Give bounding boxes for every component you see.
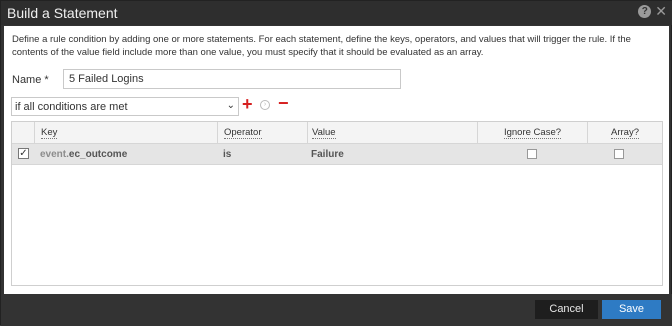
table-row[interactable]: ✓ event.ec_outcome is Failure <box>12 144 662 165</box>
condition-select-value: if all conditions are met <box>15 101 128 113</box>
help-icon[interactable]: ? <box>638 4 652 18</box>
row-select-checkbox[interactable]: ✓ <box>18 148 29 159</box>
dialog-footer: Cancel Save <box>1 294 672 326</box>
save-button[interactable]: Save <box>602 300 661 319</box>
build-statement-dialog: Build a Statement ? ✕ Define a rule cond… <box>0 0 672 326</box>
dialog-body: Define a rule condition by adding one or… <box>4 26 669 294</box>
row-value: Failure <box>311 149 344 160</box>
statements-table: Key Operator Value Ignore Case? Array? ✓… <box>11 121 663 286</box>
column-header-operator[interactable]: Operator <box>217 122 307 143</box>
column-header-key[interactable]: Key <box>34 122 217 143</box>
close-icon[interactable]: ✕ <box>655 4 667 18</box>
dialog-titlebar: Build a Statement ? ✕ <box>1 1 672 25</box>
column-header-array[interactable]: Array? <box>587 122 662 143</box>
name-input[interactable] <box>63 69 401 89</box>
dialog-description: Define a rule condition by adding one or… <box>12 34 631 58</box>
column-header-value[interactable]: Value <box>307 122 477 143</box>
condition-select[interactable]: if all conditions are met ⌄ <box>11 97 239 116</box>
row-key: event.ec_outcome <box>40 149 128 160</box>
ignore-case-checkbox[interactable] <box>527 149 537 159</box>
name-label: Name * <box>12 74 49 86</box>
titlebar-icons: ? ✕ <box>638 4 667 18</box>
array-checkbox[interactable] <box>614 149 624 159</box>
dialog-title: Build a Statement <box>7 5 118 21</box>
info-icon[interactable]: › <box>260 100 270 110</box>
table-header: Key Operator Value Ignore Case? Array? <box>12 122 662 144</box>
row-operator: is <box>223 149 232 160</box>
cancel-button[interactable]: Cancel <box>535 300 598 319</box>
column-header-ignore-case[interactable]: Ignore Case? <box>477 122 587 143</box>
chevron-down-icon: ⌄ <box>226 100 235 111</box>
plus-icon[interactable]: + <box>242 95 253 113</box>
minus-icon[interactable]: − <box>278 94 289 112</box>
